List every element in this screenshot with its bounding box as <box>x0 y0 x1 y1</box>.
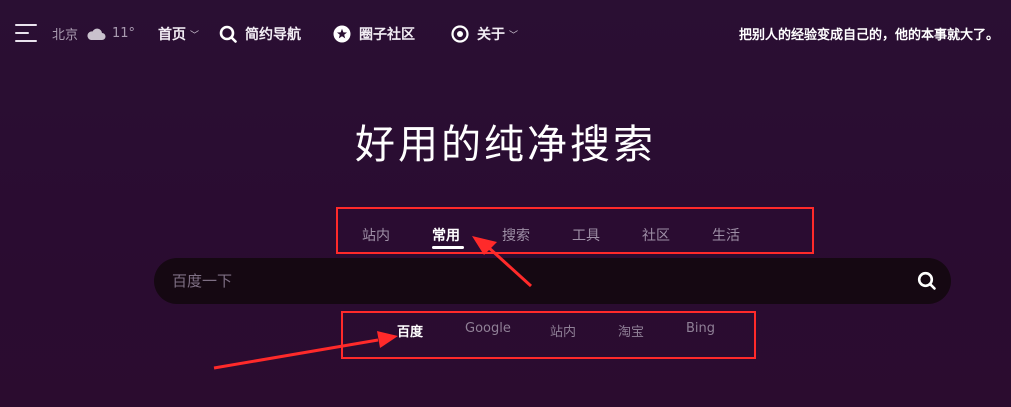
search-input[interactable] <box>172 258 892 304</box>
weather-widget: 北京 11° <box>52 24 135 43</box>
tab-site[interactable]: 站内 <box>362 225 390 245</box>
tab-common[interactable]: 常用 <box>432 225 460 245</box>
weather-temp: 11° <box>112 26 136 41</box>
nav-home[interactable]: 首页 ﹀ <box>158 24 199 44</box>
nav-simple-nav[interactable]: 简约导航 <box>219 24 301 44</box>
engine-bing[interactable]: Bing <box>686 321 715 336</box>
menu-icon[interactable] <box>15 24 37 42</box>
engine-taobao[interactable]: 淘宝 <box>618 321 644 340</box>
chevron-down-icon: ﹀ <box>190 30 200 41</box>
page-title: 好用的纯净搜索 <box>355 122 656 168</box>
nav-community-label: 圈子社区 <box>359 27 415 43</box>
chevron-down-icon: ﹀ <box>509 30 519 41</box>
tab-life[interactable]: 生活 <box>712 225 740 245</box>
about-circle-icon <box>451 25 469 43</box>
nav-home-label: 首页 <box>158 27 186 43</box>
nav-community[interactable]: 圈子社区 <box>333 24 415 44</box>
active-tab-indicator <box>432 246 464 249</box>
star-badge-icon <box>333 25 351 43</box>
tab-community[interactable]: 社区 <box>642 225 670 245</box>
nav-about[interactable]: 关于 ﹀ <box>451 24 518 44</box>
tab-search[interactable]: 搜索 <box>502 225 530 245</box>
engine-site[interactable]: 站内 <box>550 321 576 340</box>
top-nav: 北京 11° 首页 ﹀ 简约导航 圈子社区 关于 ﹀ 把别人的经验变成自己的，他… <box>0 0 1011 66</box>
cloud-icon <box>87 28 106 40</box>
motto-text: 把别人的经验变成自己的，他的本事就大了。 <box>738 28 999 43</box>
search-button[interactable] <box>917 271 937 291</box>
category-tabs: 站内 常用 搜索 工具 社区 生活 <box>336 207 814 254</box>
engine-google[interactable]: Google <box>465 321 511 336</box>
search-icon <box>219 25 237 43</box>
search-engine-tabs: 百度 Google 站内 淘宝 Bing <box>341 311 756 359</box>
weather-city: 北京 <box>52 28 79 43</box>
search-bar <box>154 258 951 304</box>
tab-tools[interactable]: 工具 <box>572 225 600 245</box>
nav-simple-nav-label: 简约导航 <box>245 27 301 43</box>
nav-about-label: 关于 <box>477 27 505 43</box>
engine-baidu[interactable]: 百度 <box>397 321 423 340</box>
